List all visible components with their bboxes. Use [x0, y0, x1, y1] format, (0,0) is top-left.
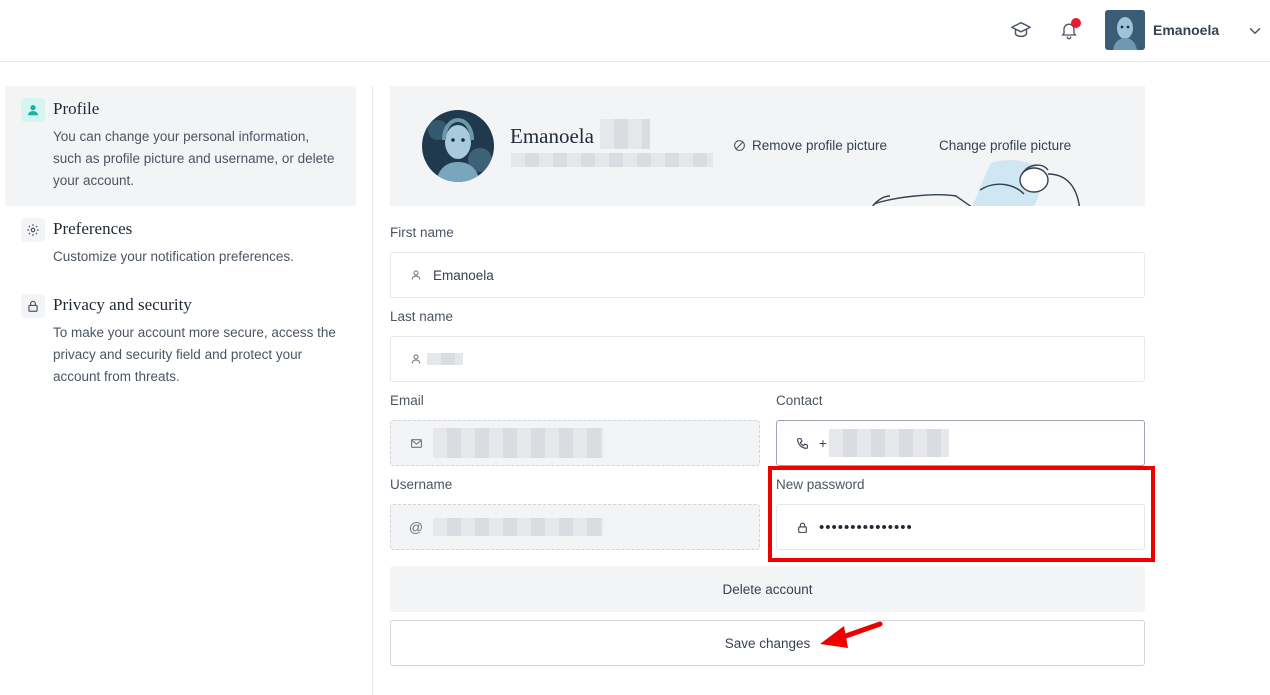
annotation-highlight-box [768, 466, 1155, 562]
delete-account-button[interactable]: Delete account [390, 566, 1145, 612]
user-icon [21, 98, 45, 122]
gear-icon [21, 218, 45, 242]
sidebar-item-profile[interactable]: Profile You can change your personal inf… [5, 86, 356, 206]
profile-name: Emanoela [510, 124, 594, 148]
sidebar-item-description: Customize your notification preferences. [53, 249, 294, 264]
contact-label: Contact [776, 393, 823, 408]
contact-redacted [828, 429, 949, 457]
settings-sidebar: Profile You can change your personal inf… [5, 86, 356, 402]
sidebar-item-description: To make your account more secure, access… [53, 325, 336, 384]
user-avatar[interactable] [1105, 10, 1145, 50]
username-redacted [433, 518, 603, 536]
annotation-arrow [820, 621, 883, 648]
email-redacted [433, 428, 603, 458]
notification-badge [1071, 18, 1081, 28]
contact-value: + [819, 435, 827, 451]
lock-icon [21, 294, 45, 318]
sidebar-item-title: Profile [53, 99, 100, 118]
vertical-divider [372, 86, 373, 695]
user-name[interactable]: Emanoela [1153, 22, 1219, 38]
remove-picture-label: Remove profile picture [752, 138, 888, 153]
email-label: Email [390, 393, 424, 408]
sidebar-item-privacy-security[interactable]: Privacy and security To make your accoun… [5, 282, 356, 402]
top-bar: Emanoela [0, 0, 1270, 62]
change-picture-label: Change profile picture [939, 138, 1072, 153]
sidebar-item-title: Privacy and security [53, 295, 192, 314]
username-label: Username [390, 477, 453, 492]
change-picture-button[interactable]: Change profile picture [939, 138, 1071, 153]
remove-picture-button[interactable]: Remove profile picture [733, 138, 887, 153]
sidebar-item-description: You can change your personal information… [53, 129, 335, 188]
profile-card: Emanoela Remove profile picture Change p… [390, 86, 1145, 206]
save-changes-button[interactable]: Save changes [390, 620, 1145, 666]
last-name-redacted [427, 353, 463, 365]
ban-icon [734, 140, 745, 151]
at-sign-icon: @ [408, 519, 424, 535]
profile-surname-redacted [600, 119, 650, 149]
profile-picture[interactable] [422, 110, 494, 182]
username-field[interactable]: @ [390, 504, 760, 550]
sidebar-item-title: Preferences [53, 219, 133, 238]
first-name-field[interactable]: Emanoela [390, 252, 1145, 298]
mail-icon [409, 436, 423, 450]
sidebar-item-preferences[interactable]: Preferences Customize your notification … [5, 206, 356, 282]
notifications-bell[interactable] [1056, 17, 1082, 43]
graduation-cap-icon[interactable] [1008, 17, 1034, 43]
last-name-label: Last name [390, 309, 454, 324]
phone-icon [795, 436, 809, 450]
last-name-field[interactable] [390, 336, 1145, 382]
first-name-value: Emanoela [433, 267, 494, 283]
user-outline-icon [409, 352, 423, 366]
user-outline-icon [409, 268, 423, 282]
email-field[interactable] [390, 420, 760, 466]
reclining-person-illustration [871, 160, 1080, 206]
profile-email-redacted [511, 153, 713, 167]
first-name-label: First name [390, 225, 454, 240]
chevron-down-icon[interactable] [1246, 22, 1264, 40]
contact-field[interactable]: + [776, 420, 1145, 466]
